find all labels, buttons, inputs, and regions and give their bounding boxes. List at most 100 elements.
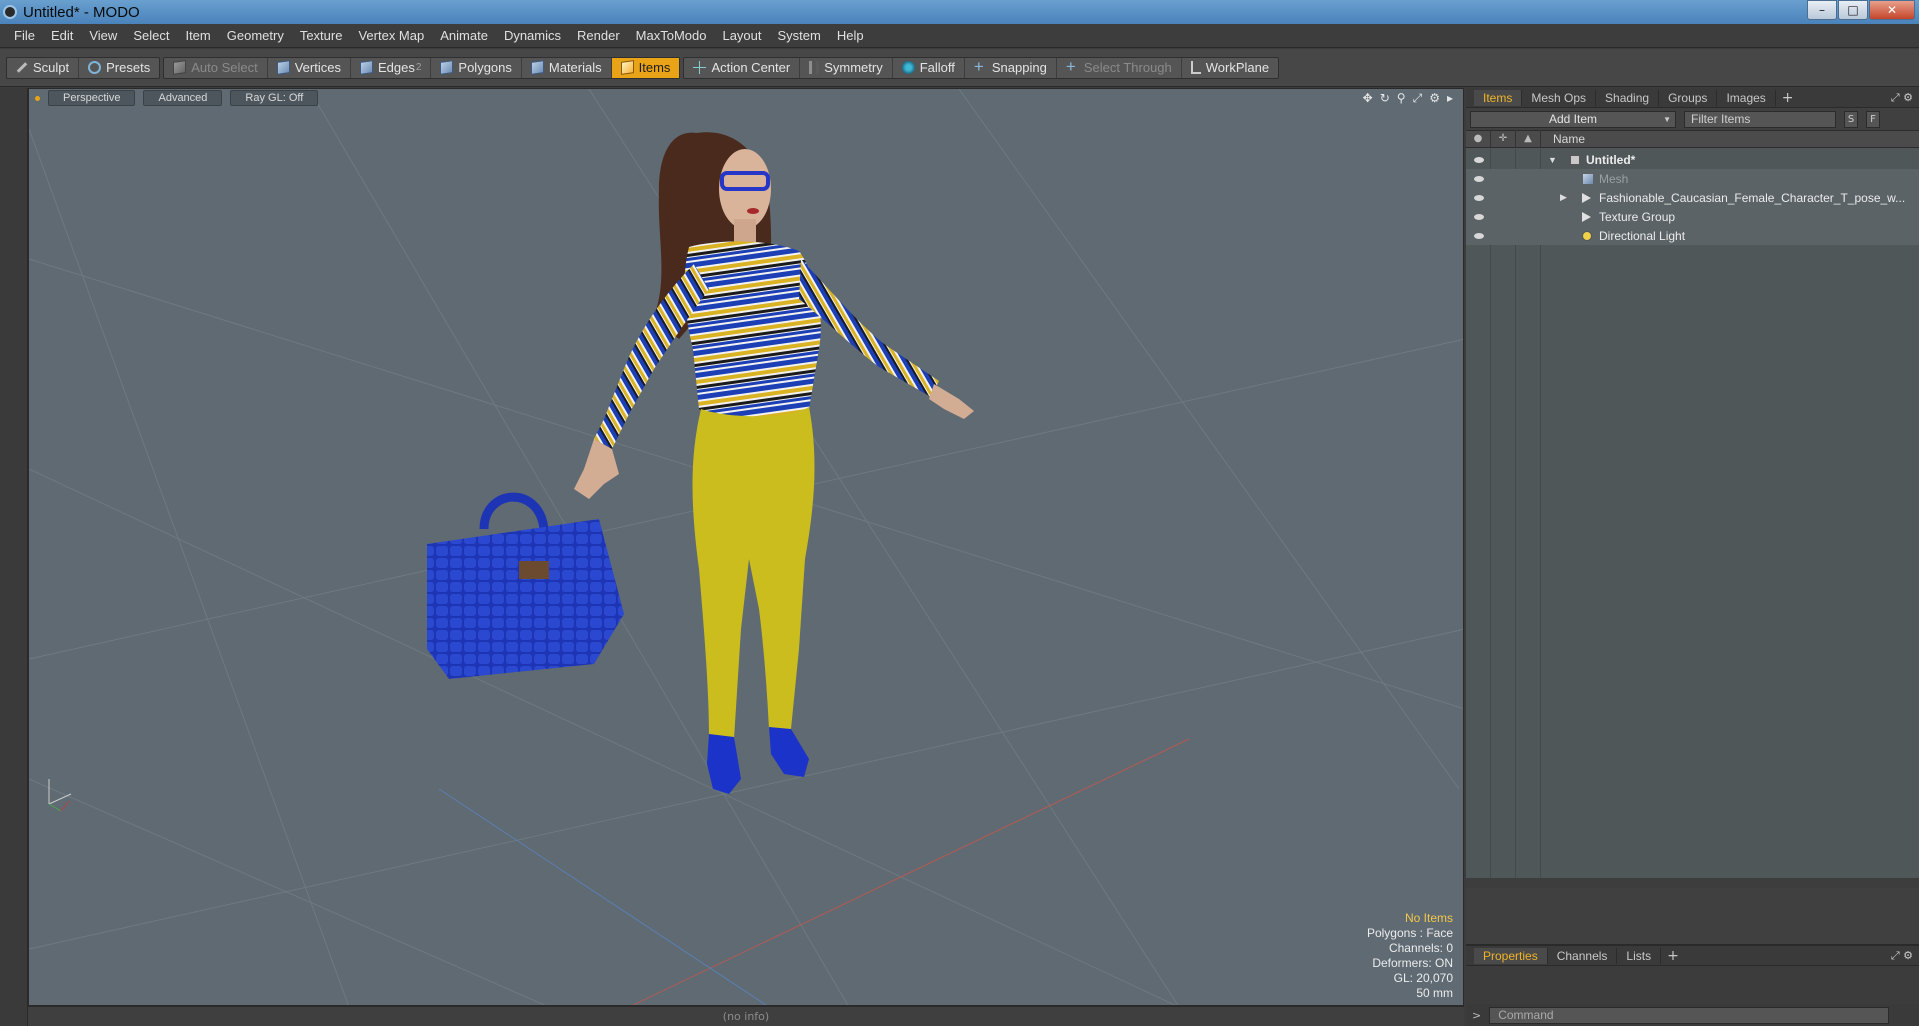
render-column-icon[interactable]: ▲ <box>1516 130 1541 148</box>
tree-row-character[interactable]: ▶ Fashionable_Caucasian_Female_Character… <box>1466 188 1919 207</box>
properties-panel: Properties Channels Lists + ⤢ ⚙ > Comman… <box>1466 944 1919 1026</box>
main-toolbar: Sculpt Presets Auto Select Vertices Edge… <box>0 49 1919 87</box>
visibility-eye-icon[interactable] <box>1474 175 1484 182</box>
panel-options-icon[interactable]: ⤢ ⚙ <box>1891 91 1913 105</box>
menu-select[interactable]: Select <box>125 28 177 43</box>
action-center-button[interactable]: Action Center <box>684 57 801 78</box>
viewport-options-dot[interactable] <box>35 95 40 101</box>
menu-file[interactable]: File <box>6 28 43 43</box>
properties-tabs: Properties Channels Lists + ⤢ ⚙ <box>1466 946 1919 966</box>
menu-view[interactable]: View <box>81 28 125 43</box>
modo-app-icon <box>3 5 17 19</box>
auto-select-label: Auto Select <box>191 60 258 75</box>
symmetry-button[interactable]: Symmetry <box>800 57 893 78</box>
action-center-icon <box>693 61 707 74</box>
sculpt-button[interactable]: Sculpt <box>7 57 80 78</box>
filter-f-button[interactable]: F <box>1866 110 1880 128</box>
add-tab-icon[interactable]: + <box>1776 90 1800 106</box>
filter-items-input[interactable]: Filter Items <box>1684 110 1836 128</box>
tree-label: Fashionable_Caucasian_Female_Character_T… <box>1599 190 1906 205</box>
viewport-menu-icon[interactable]: ▸ <box>1447 91 1453 106</box>
view-mode-dropdown[interactable]: Perspective <box>48 90 136 106</box>
workplane-button[interactable]: WorkPlane <box>1182 58 1278 78</box>
left-tool-strip[interactable] <box>0 88 28 1026</box>
character-pants <box>692 407 815 739</box>
menu-edit[interactable]: Edit <box>43 28 81 43</box>
axis-gizmo <box>48 779 72 812</box>
pan-icon[interactable]: ✥ <box>1363 91 1373 106</box>
vertices-button[interactable]: Vertices <box>268 57 351 78</box>
menu-help[interactable]: Help <box>829 28 872 43</box>
snapping-icon <box>974 57 987 77</box>
presets-label: Presets <box>106 60 151 75</box>
channels-info: Channels: 0 <box>1388 941 1453 955</box>
menu-maxtomodo[interactable]: MaxToModo <box>628 28 715 43</box>
tab-lists[interactable]: Lists <box>1617 947 1662 964</box>
maximize-button[interactable]: □ <box>1838 0 1868 20</box>
tab-channels[interactable]: Channels <box>1548 947 1618 964</box>
auto-select-button[interactable]: Auto Select <box>164 57 268 78</box>
visibility-column-icon[interactable]: ● <box>1466 130 1491 148</box>
raygl-toggle[interactable]: Ray GL: Off <box>230 90 319 106</box>
tab-mesh-ops[interactable]: Mesh Ops <box>1522 89 1597 106</box>
tab-properties[interactable]: Properties <box>1474 947 1548 964</box>
locator-icon <box>1582 192 1591 203</box>
minimize-button[interactable]: – <box>1807 0 1837 20</box>
visibility-eye-icon[interactable] <box>1474 194 1484 201</box>
snapping-button[interactable]: Snapping <box>965 57 1057 78</box>
tab-groups[interactable]: Groups <box>1659 89 1718 106</box>
tree-row-texture-group[interactable]: Texture Group <box>1466 207 1919 226</box>
tab-shading[interactable]: Shading <box>1596 89 1660 106</box>
expand-arrow-icon[interactable]: ▶ <box>1560 192 1567 203</box>
presets-button[interactable]: Presets <box>79 58 159 78</box>
menu-geometry[interactable]: Geometry <box>219 28 292 43</box>
gl-poly-count: GL: 20,070 <box>1393 971 1453 985</box>
tree-row-scene[interactable]: ▼ Untitled* <box>1466 150 1919 169</box>
menu-render[interactable]: Render <box>569 28 628 43</box>
filter-s-button[interactable]: S <box>1844 110 1858 128</box>
polygons-button[interactable]: Polygons <box>431 57 522 78</box>
falloff-button[interactable]: Falloff <box>893 57 965 78</box>
menu-item[interactable]: Item <box>177 28 218 43</box>
menu-animate[interactable]: Animate <box>432 28 496 43</box>
viewport-settings-icon[interactable]: ⚙ <box>1429 91 1440 106</box>
tab-images[interactable]: Images <box>1717 89 1776 106</box>
visibility-eye-icon[interactable] <box>1474 156 1484 163</box>
expand-arrow-icon[interactable]: ▼ <box>1548 155 1557 165</box>
tree-scrollbar[interactable] <box>1466 878 1919 888</box>
tree-label: Texture Group <box>1599 209 1676 224</box>
shading-dropdown[interactable]: Advanced <box>143 90 223 106</box>
command-row: > Command <box>1466 1004 1919 1026</box>
zoom-icon[interactable]: ⚲ <box>1397 91 1406 106</box>
items-button[interactable]: Items <box>611 57 680 78</box>
add-item-dropdown[interactable]: Add Item <box>1470 110 1676 128</box>
tree-row-directional-light[interactable]: Directional Light <box>1466 226 1919 245</box>
materials-button[interactable]: Materials <box>522 57 612 78</box>
command-input[interactable]: Command <box>1489 1006 1890 1024</box>
edges-button[interactable]: Edges 2 <box>351 57 432 78</box>
select-through-button[interactable]: Select Through <box>1057 57 1182 78</box>
visibility-eye-icon[interactable] <box>1474 232 1484 239</box>
lock-column-icon[interactable]: ✛ <box>1491 130 1516 148</box>
selection-info: No Items <box>1404 911 1453 925</box>
menu-system[interactable]: System <box>770 28 829 43</box>
tab-items[interactable]: Items <box>1474 89 1523 106</box>
status-bar: (no info) <box>28 1006 1464 1026</box>
name-column-header[interactable]: Name <box>1541 132 1585 146</box>
3d-viewport[interactable]: Perspective Advanced Ray GL: Off ✥ ↻ ⚲ ⤢… <box>28 88 1464 1006</box>
character-left-arm <box>594 264 709 449</box>
edges-icon <box>359 60 373 75</box>
visibility-eye-icon[interactable] <box>1474 213 1484 220</box>
add-tab-icon[interactable]: + <box>1661 948 1685 964</box>
character-lips <box>747 208 759 214</box>
close-button[interactable]: ✕ <box>1869 0 1915 20</box>
menu-layout[interactable]: Layout <box>714 28 769 43</box>
panel-options-icon[interactable]: ⤢ ⚙ <box>1891 949 1913 963</box>
polygons-icon <box>440 60 454 75</box>
menu-dynamics[interactable]: Dynamics <box>496 28 569 43</box>
fit-icon[interactable]: ⤢ <box>1413 91 1423 106</box>
menu-vertex-map[interactable]: Vertex Map <box>350 28 432 43</box>
tree-row-mesh[interactable]: Mesh <box>1466 169 1919 188</box>
menu-texture[interactable]: Texture <box>292 28 351 43</box>
rotate-icon[interactable]: ↻ <box>1380 91 1390 106</box>
